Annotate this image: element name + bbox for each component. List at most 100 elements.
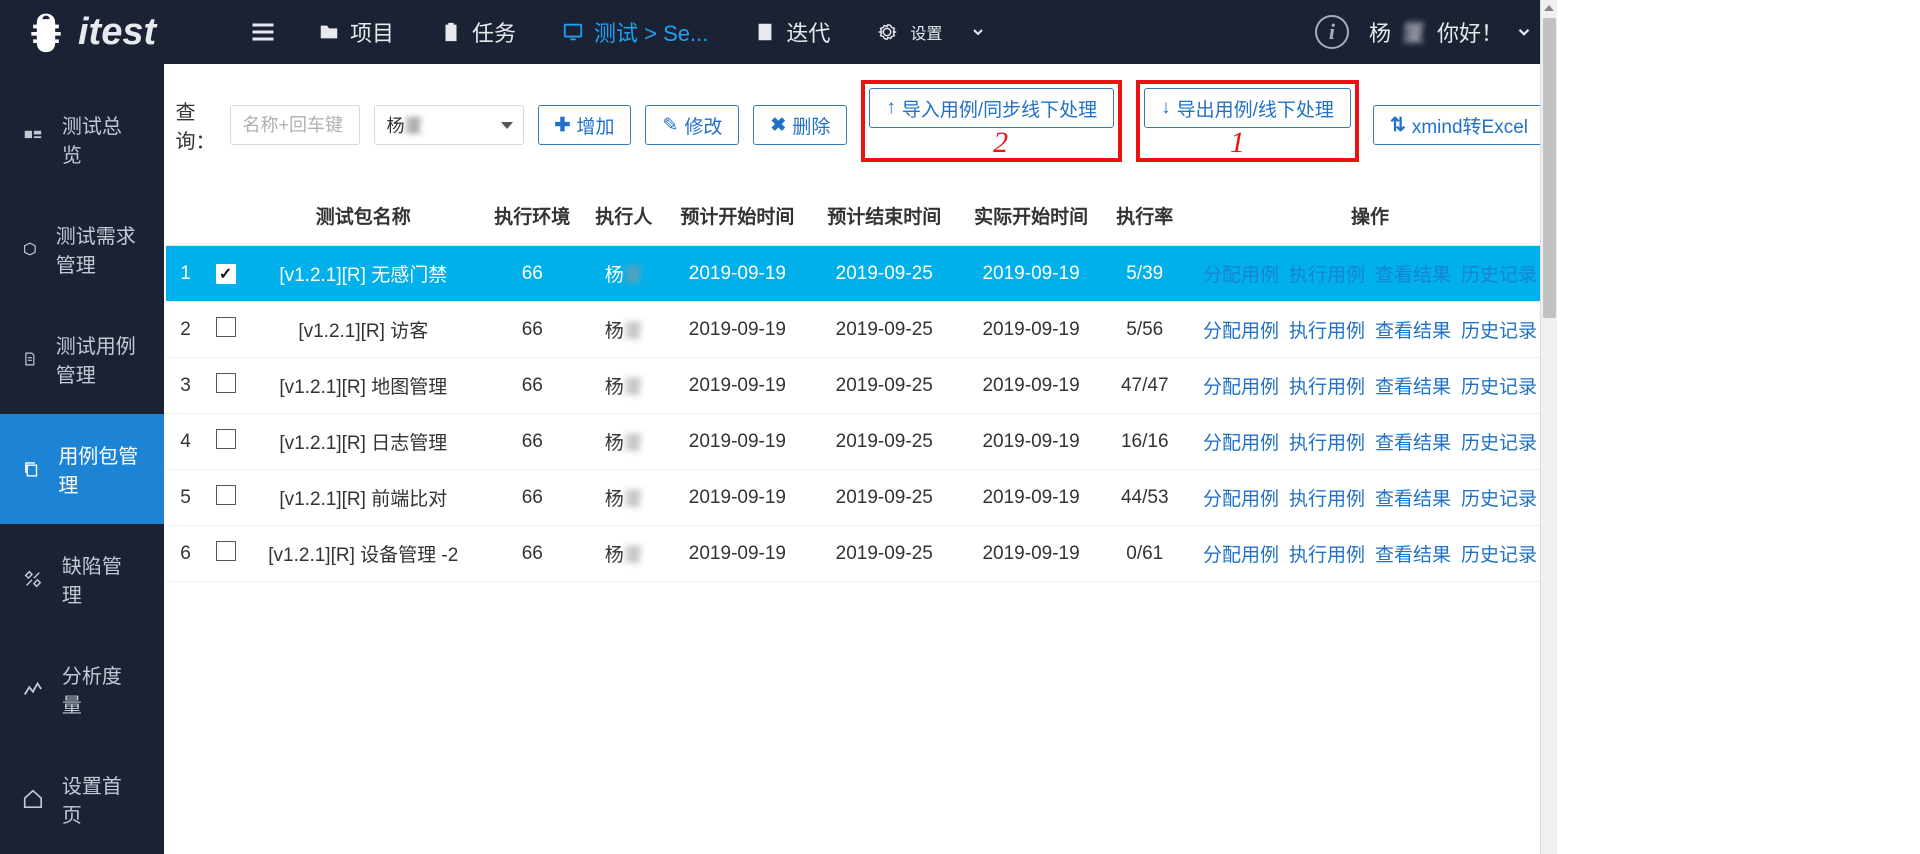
nav-task[interactable]: 任务 [440, 16, 516, 48]
table-row[interactable]: 1[v1.2.1][R] 无感门禁66杨厦2019-09-192019-09-2… [166, 246, 1555, 302]
export-button[interactable]: ↓ 导出用例/线下处理 [1144, 88, 1351, 128]
history-link[interactable]: 历史记录 [1456, 545, 1542, 566]
assign-link[interactable]: 分配用例 [1198, 433, 1284, 454]
execute-link[interactable]: 执行用例 [1284, 489, 1370, 510]
btn-label: 增加 [576, 112, 614, 139]
chevron-down-icon [970, 24, 986, 40]
box-icon [22, 238, 38, 260]
table-row[interactable]: 5[v1.2.1][R] 前端比对66杨厦2019-09-192019-09-2… [166, 470, 1555, 526]
table-row[interactable]: 4[v1.2.1][R] 日志管理66杨厦2019-09-192019-09-2… [166, 414, 1555, 470]
nav-project[interactable]: 项目 [318, 16, 394, 48]
chevron-down-icon [1515, 23, 1533, 41]
plus-icon: ✚ [555, 114, 571, 137]
sidebar-item-analysis[interactable]: 分析度量 [0, 634, 164, 744]
select-text: 杨 [387, 116, 405, 136]
result-link[interactable]: 查看结果 [1370, 433, 1456, 454]
user-menu[interactable]: 杨厦你好！ [1369, 16, 1533, 48]
col-plan-start: 预计开始时间 [664, 186, 811, 246]
info-icon[interactable]: i [1315, 15, 1349, 49]
table-row[interactable]: 3[v1.2.1][R] 地图管理66杨厦2019-09-192019-09-2… [166, 358, 1555, 414]
nav-label: 测试 > Se... [594, 16, 708, 48]
assign-link[interactable]: 分配用例 [1198, 265, 1284, 286]
cell-env: 66 [481, 414, 584, 470]
cell-env: 66 [481, 302, 584, 358]
assign-link[interactable]: 分配用例 [1198, 321, 1284, 342]
delete-button[interactable]: ✖ 删除 [753, 105, 847, 145]
row-index: 3 [166, 358, 206, 414]
cell-exec: 杨厦 [584, 302, 664, 358]
user-suffix: 你好！ [1437, 16, 1503, 48]
sidebar-item-package[interactable]: 用例包管理 [0, 414, 164, 524]
execute-link[interactable]: 执行用例 [1284, 265, 1370, 286]
sidebar-item-overview[interactable]: 测试总览 [0, 84, 164, 194]
sidebar-item-home[interactable]: 设置首页 [0, 744, 164, 854]
executor-select[interactable]: 杨厦 [374, 105, 524, 145]
menu-toggle[interactable] [238, 7, 288, 57]
edit-button[interactable]: ✎ 修改 [645, 105, 739, 145]
import-button[interactable]: ↑ 导入用例/同步线下处理 [869, 88, 1114, 128]
result-link[interactable]: 查看结果 [1370, 545, 1456, 566]
nav-settings[interactable]: 设置 [876, 20, 986, 44]
xmind-button[interactable]: ⇅ xmind转Excel [1373, 105, 1545, 145]
row-checkbox[interactable] [216, 373, 236, 393]
btn-label: 导入用例/同步线下处理 [902, 95, 1097, 122]
topbar: itest 项目 任务 测试 > Se... 迭代 [0, 0, 1557, 64]
logo[interactable]: itest [0, 10, 228, 54]
assign-link[interactable]: 分配用例 [1198, 489, 1284, 510]
execute-link[interactable]: 执行用例 [1284, 321, 1370, 342]
scroll-up-icon[interactable] [1544, 5, 1554, 11]
monitor-icon [562, 21, 584, 43]
result-link[interactable]: 查看结果 [1370, 377, 1456, 398]
cell-exec: 杨厦 [584, 414, 664, 470]
add-button[interactable]: ✚ 增加 [538, 105, 632, 145]
cell-exec: 杨厦 [584, 526, 664, 582]
row-checkbox[interactable] [216, 317, 236, 337]
annotation-label: 2 [993, 126, 1008, 160]
history-link[interactable]: 历史记录 [1456, 265, 1542, 286]
history-link[interactable]: 历史记录 [1456, 489, 1542, 510]
table-row[interactable]: 6[v1.2.1][R] 设备管理 -266杨厦2019-09-192019-0… [166, 526, 1555, 582]
topnav: 项目 任务 测试 > Se... 迭代 设置 i 杨 [318, 15, 1557, 49]
cell-exec: 杨厦 [584, 358, 664, 414]
sidebar-label: 用例包管理 [58, 440, 141, 498]
assign-link[interactable]: 分配用例 [1198, 545, 1284, 566]
result-link[interactable]: 查看结果 [1370, 265, 1456, 286]
history-link[interactable]: 历史记录 [1456, 433, 1542, 454]
row-checkbox[interactable] [216, 485, 236, 505]
cell-env: 66 [481, 470, 584, 526]
nav-iteration[interactable]: 迭代 [754, 16, 830, 48]
cell-ops: 分配用例执行用例查看结果历史记录 [1185, 302, 1555, 358]
execute-link[interactable]: 执行用例 [1284, 545, 1370, 566]
result-link[interactable]: 查看结果 [1370, 489, 1456, 510]
sidebar-item-bug[interactable]: 缺陷管理 [0, 524, 164, 634]
swap-icon: ⇅ [1390, 114, 1406, 137]
result-link[interactable]: 查看结果 [1370, 321, 1456, 342]
history-link[interactable]: 历史记录 [1456, 321, 1542, 342]
cell-name: [v1.2.1][R] 前端比对 [246, 470, 481, 526]
history-link[interactable]: 历史记录 [1456, 377, 1542, 398]
row-checkbox[interactable] [216, 264, 236, 284]
cell-rate: 5/39 [1105, 246, 1185, 302]
query-input[interactable] [230, 105, 360, 145]
cell-plan-start: 2019-09-19 [664, 526, 811, 582]
row-index: 2 [166, 302, 206, 358]
row-checkbox[interactable] [216, 429, 236, 449]
cell-plan-end: 2019-09-25 [811, 246, 958, 302]
assign-link[interactable]: 分配用例 [1198, 377, 1284, 398]
cell-actual-start: 2019-09-19 [958, 526, 1105, 582]
scroll-thumb[interactable] [1543, 18, 1556, 318]
table-row[interactable]: 2[v1.2.1][R] 访客66杨厦2019-09-192019-09-252… [166, 302, 1555, 358]
row-checkbox[interactable] [216, 541, 236, 561]
sidebar-item-case[interactable]: 测试用例管理 [0, 304, 164, 414]
sidebar-item-requirement[interactable]: 测试需求管理 [0, 194, 164, 304]
execute-link[interactable]: 执行用例 [1284, 433, 1370, 454]
execute-link[interactable]: 执行用例 [1284, 377, 1370, 398]
sidebar-label: 设置首页 [62, 770, 142, 828]
folder-icon [318, 21, 340, 43]
btn-label: 导出用例/线下处理 [1177, 95, 1334, 122]
scrollbar-vertical[interactable] [1540, 0, 1557, 854]
cell-actual-start: 2019-09-19 [958, 414, 1105, 470]
sidebar-label: 测试总览 [62, 110, 142, 168]
bug-icon [24, 10, 68, 54]
nav-test[interactable]: 测试 > Se... [562, 16, 708, 48]
